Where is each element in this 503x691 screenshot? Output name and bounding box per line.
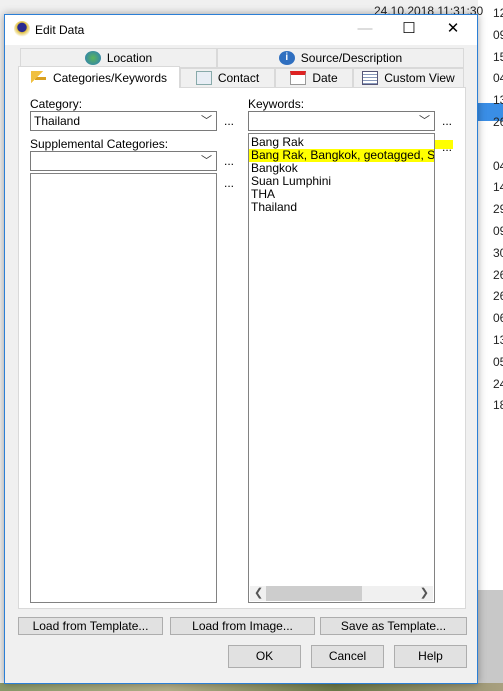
supplemental-categories-list[interactable]: [30, 173, 217, 603]
background-list-item: 30: [493, 245, 503, 260]
background-list-item: 13: [493, 333, 503, 347]
globe-icon: [84, 51, 101, 65]
help-button[interactable]: Help: [394, 645, 467, 668]
keyword-item[interactable]: Suan Lumphini: [249, 175, 434, 188]
categories-keywords-panel: Category: Thailand ﹀ ... Supplemental Ca…: [18, 87, 466, 609]
keywords-list[interactable]: Bang Rak Bang Rak, Bangkok, geotagged, S…: [248, 133, 435, 603]
tab-contact[interactable]: Contact: [180, 68, 275, 88]
category-label: Category:: [30, 97, 83, 111]
scroll-right-icon[interactable]: ❯: [420, 586, 429, 601]
background-list-item: 20: [493, 136, 503, 151]
tab-label: Custom View: [384, 71, 455, 85]
background-photo: [0, 683, 503, 691]
load-from-image-button[interactable]: Load from Image...: [170, 617, 315, 635]
scrollbar-thumb[interactable]: [266, 586, 362, 601]
background-list-item: 26: [493, 289, 503, 304]
tab-label: Contact: [217, 71, 260, 85]
keyword-item[interactable]: Thailand: [249, 201, 434, 214]
horizontal-scrollbar[interactable]: ❮ ❯: [250, 586, 433, 601]
app-icon: [14, 21, 30, 37]
ok-button[interactable]: OK: [228, 645, 301, 668]
background-list-item: 05: [493, 354, 503, 369]
background-list-item: 06: [493, 311, 503, 326]
load-from-template-button[interactable]: Load from Template...: [18, 617, 163, 635]
background-list-item: 29: [493, 202, 503, 217]
close-button[interactable]: ✕: [433, 15, 473, 45]
keywords-more-button[interactable]: ...: [442, 114, 452, 128]
background-list-item: 15: [493, 49, 503, 64]
cancel-button[interactable]: Cancel: [311, 645, 384, 668]
key-icon: [30, 70, 47, 85]
contact-card-icon: [195, 71, 212, 85]
tab-label: Date: [312, 71, 338, 85]
tab-label: Categories/Keywords: [52, 70, 168, 85]
info-icon: i: [278, 51, 295, 65]
keywords-combobox[interactable]: ﹀: [248, 111, 435, 131]
background-list-item: 04: [493, 71, 503, 86]
background-panel: [478, 590, 503, 691]
tab-location[interactable]: Location: [20, 48, 217, 68]
edit-data-dialog: Edit Data — ☐ ✕ Location i Source/Descri…: [4, 14, 478, 684]
supplemental-list-more-button[interactable]: ...: [224, 176, 234, 190]
chevron-down-icon[interactable]: ﹀: [419, 112, 430, 128]
category-combobox[interactable]: Thailand ﹀: [30, 111, 217, 131]
tab-categories-keywords[interactable]: Categories/Keywords: [18, 66, 180, 88]
background-list-item: 26: [493, 115, 503, 129]
tab-label: Location: [106, 51, 153, 65]
tab-source-description[interactable]: i Source/Description: [217, 48, 464, 68]
background-list-item: 24: [493, 376, 503, 391]
background-list-item: 04: [493, 158, 503, 173]
scroll-left-icon[interactable]: ❮: [254, 586, 263, 601]
tab-label: Source/Description: [300, 51, 403, 65]
background-list-item: 13: [493, 93, 503, 108]
grid-icon: [362, 71, 379, 85]
maximize-button[interactable]: ☐: [389, 15, 429, 45]
tab-date[interactable]: Date: [275, 68, 353, 88]
supplemental-more-button[interactable]: ...: [224, 154, 234, 168]
calendar-icon: [290, 71, 307, 85]
background-list-item: 12: [493, 6, 503, 20]
tab-custom-view[interactable]: Custom View: [353, 68, 464, 88]
chevron-down-icon[interactable]: ﹀: [201, 112, 212, 128]
background-list-item: 26: [493, 267, 503, 282]
title-bar[interactable]: Edit Data — ☐ ✕: [5, 15, 477, 45]
supplemental-categories-label: Supplemental Categories:: [30, 137, 169, 151]
minimize-button[interactable]: —: [345, 15, 385, 45]
chevron-down-icon[interactable]: ﹀: [201, 152, 212, 168]
supplemental-categories-combobox[interactable]: ﹀: [30, 151, 217, 171]
category-value: Thailand: [34, 114, 81, 128]
background-list-item: 18: [493, 398, 503, 413]
keywords-label: Keywords:: [248, 97, 305, 111]
save-as-template-button[interactable]: Save as Template...: [320, 617, 467, 635]
background-list-item: 09: [493, 224, 503, 238]
category-more-button[interactable]: ...: [224, 114, 234, 128]
background-list-item: 09: [493, 27, 503, 42]
keywords-list-more-button[interactable]: ...: [442, 140, 452, 154]
background-list-item: 14: [493, 180, 503, 195]
dialog-title: Edit Data: [35, 23, 85, 37]
